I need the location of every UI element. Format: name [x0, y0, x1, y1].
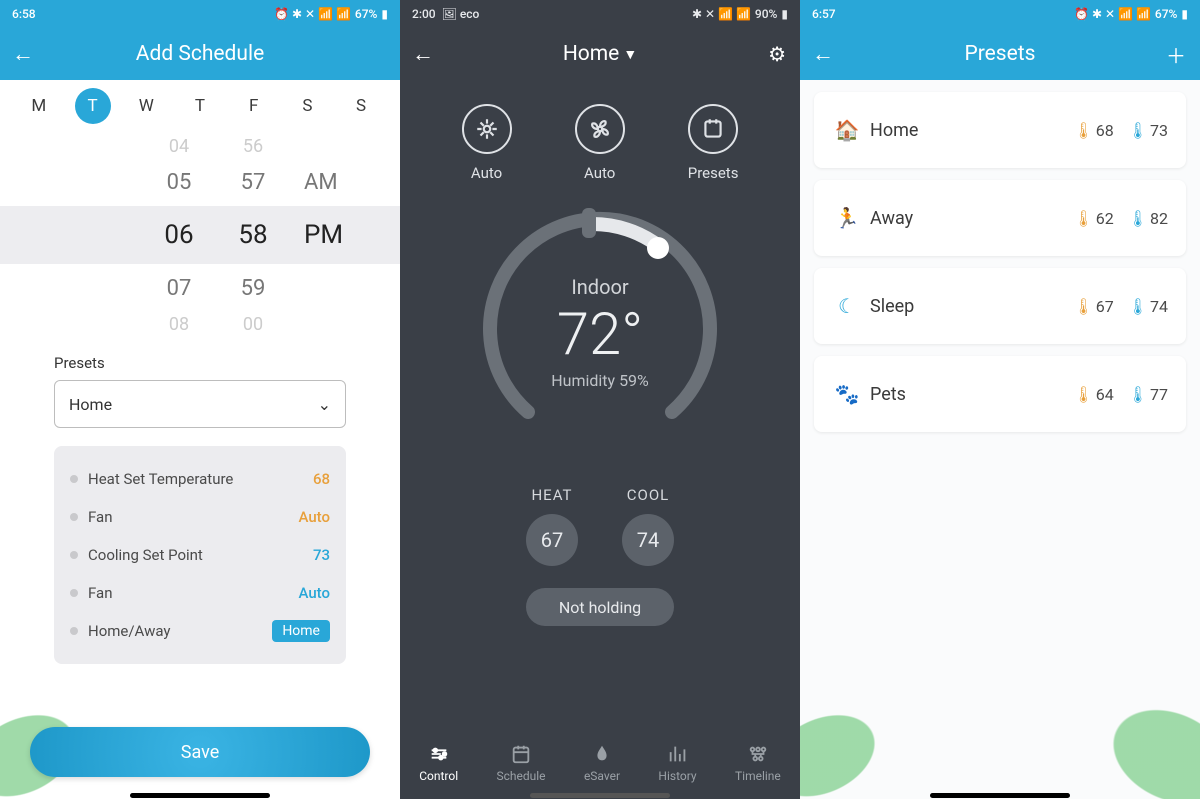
- cool-value[interactable]: 74: [622, 514, 674, 566]
- time-wheel[interactable]: 04560557AM0658PM07590800: [0, 130, 400, 340]
- location-dropdown[interactable]: Home ▼: [400, 42, 800, 66]
- pets-icon: 🐾: [832, 382, 862, 406]
- preset-name: Home: [870, 120, 1073, 141]
- gesture-bar: [530, 793, 670, 798]
- preset-name: Pets: [870, 384, 1073, 405]
- hold-button[interactable]: Not holding: [526, 588, 674, 626]
- mode-auto-icon[interactable]: Auto: [462, 104, 512, 182]
- status-bar: 6:58 ⏰ ✱ ✕ 📶 📶67%▮: [0, 0, 400, 28]
- sleep-icon: ☾: [832, 294, 862, 318]
- day-0[interactable]: M: [21, 88, 57, 124]
- status-right: ✱ ✕ 📶 📶90%▮: [692, 7, 788, 21]
- day-3[interactable]: T: [182, 88, 218, 124]
- preset-low: 🌡 62: [1073, 209, 1113, 228]
- day-6[interactable]: S: [343, 88, 379, 124]
- tab-history[interactable]: History: [658, 743, 696, 783]
- title-bar: ← Presets ＋: [800, 28, 1200, 80]
- setting-row[interactable]: FanAuto: [70, 574, 330, 612]
- control-screen: 2:00 🖼 eco ✱ ✕ 📶 📶90%▮ ← Home ▼ ⚙ AutoAu…: [400, 0, 800, 799]
- wheel-row[interactable]: 0557AM: [0, 158, 400, 206]
- back-icon[interactable]: ←: [12, 41, 34, 67]
- preset-low: 🌡 64: [1073, 385, 1113, 404]
- setting-row[interactable]: FanAuto: [70, 498, 330, 536]
- page-title: Add Schedule: [0, 42, 400, 66]
- preset-card-pets[interactable]: 🐾 Pets🌡 64 🌡 77: [814, 356, 1186, 432]
- humidity: Humidity 59%: [551, 371, 649, 390]
- away-icon: 🏃: [832, 206, 862, 230]
- status-right: ⏰ ✱ ✕ 📶 📶67%▮: [274, 7, 388, 21]
- add-icon[interactable]: ＋: [1166, 40, 1186, 69]
- preset-low: 🌡 68: [1073, 121, 1113, 140]
- status-time: 6:57: [812, 7, 836, 21]
- leaf-decoration: [1060, 651, 1200, 799]
- tab-esaver[interactable]: eSaver: [584, 743, 620, 783]
- status-time: 2:00 🖼 eco: [412, 7, 479, 21]
- presets-icon[interactable]: Presets: [688, 104, 739, 182]
- status-time: 6:58: [12, 7, 36, 21]
- indoor-temp: 72°: [557, 301, 643, 369]
- back-icon[interactable]: ←: [412, 41, 434, 67]
- chevron-down-icon: ⌄: [318, 395, 331, 414]
- fan-auto-icon[interactable]: Auto: [575, 104, 625, 182]
- preset-selected: Home: [69, 395, 112, 414]
- status-bar: 6:57 ⏰ ✱ ✕ 📶 📶67%▮: [800, 0, 1200, 28]
- tab-timeline[interactable]: Timeline: [735, 743, 781, 783]
- home-icon: 🏠: [832, 118, 862, 142]
- preset-high: 🌡 82: [1128, 209, 1168, 228]
- preset-high: 🌡 77: [1128, 385, 1168, 404]
- preset-card-sleep[interactable]: ☾ Sleep🌡 67 🌡 74: [814, 268, 1186, 344]
- heat-value[interactable]: 67: [526, 514, 578, 566]
- presets-label: Presets: [0, 340, 400, 380]
- save-button[interactable]: Save: [30, 727, 370, 777]
- day-picker: MTWTFSS: [0, 80, 400, 130]
- heat-label: HEAT: [531, 486, 572, 504]
- caret-down-icon: ▼: [623, 46, 637, 63]
- gear-icon[interactable]: ⚙: [768, 42, 786, 66]
- bottom-tab-bar: Control Schedule eSaver History Timeline: [400, 733, 800, 799]
- title-bar: ← Add Schedule: [0, 28, 400, 80]
- preset-high: 🌡 73: [1128, 121, 1168, 140]
- day-4[interactable]: F: [236, 88, 272, 124]
- preset-card-home[interactable]: 🏠 Home🌡 68 🌡 73: [814, 92, 1186, 168]
- add-schedule-screen: 6:58 ⏰ ✱ ✕ 📶 📶67%▮ ← Add Schedule MTWTFS…: [0, 0, 400, 799]
- setting-row[interactable]: Heat Set Temperature68: [70, 460, 330, 498]
- setting-row[interactable]: Cooling Set Point73: [70, 536, 330, 574]
- preset-high: 🌡 74: [1128, 297, 1168, 316]
- day-1[interactable]: T: [75, 88, 111, 124]
- heat-cool-row: HEAT 67 COOL 74: [400, 486, 800, 566]
- status-bar: 2:00 🖼 eco ✱ ✕ 📶 📶90%▮: [400, 0, 800, 28]
- setting-row[interactable]: Home/AwayHome: [70, 612, 330, 650]
- wheel-row[interactable]: 0759: [0, 264, 400, 312]
- mode-icons-row: Auto Auto Presets: [400, 80, 800, 192]
- preset-name: Sleep: [870, 296, 1073, 317]
- indoor-label: Indoor: [571, 275, 628, 299]
- wheel-row[interactable]: 0800: [0, 312, 400, 336]
- preset-settings-card: Heat Set Temperature68FanAutoCooling Set…: [54, 446, 346, 664]
- tab-schedule[interactable]: Schedule: [497, 743, 546, 783]
- tab-control[interactable]: Control: [419, 743, 458, 783]
- status-right: ⏰ ✱ ✕ 📶 📶67%▮: [1074, 7, 1188, 21]
- gesture-bar: [130, 793, 270, 798]
- cool-label: COOL: [627, 486, 669, 504]
- day-2[interactable]: W: [128, 88, 164, 124]
- preset-name: Away: [870, 208, 1073, 229]
- temperature-dial[interactable]: Indoor 72° Humidity 59%: [470, 202, 730, 462]
- presets-screen: 6:57 ⏰ ✱ ✕ 📶 📶67%▮ ← Presets ＋ 🏠 Home🌡 68…: [800, 0, 1200, 799]
- gesture-bar: [930, 793, 1070, 798]
- leaf-decoration: [800, 655, 919, 799]
- preset-card-away[interactable]: 🏃 Away🌡 62 🌡 82: [814, 180, 1186, 256]
- day-5[interactable]: S: [289, 88, 325, 124]
- wheel-row[interactable]: 0658PM: [0, 206, 400, 264]
- preset-low: 🌡 67: [1073, 297, 1113, 316]
- preset-select[interactable]: Home ⌄: [54, 380, 346, 428]
- title-bar: ← Home ▼ ⚙: [400, 28, 800, 80]
- back-icon[interactable]: ←: [812, 41, 834, 67]
- wheel-row[interactable]: 0456: [0, 134, 400, 158]
- page-title: Presets: [800, 42, 1200, 66]
